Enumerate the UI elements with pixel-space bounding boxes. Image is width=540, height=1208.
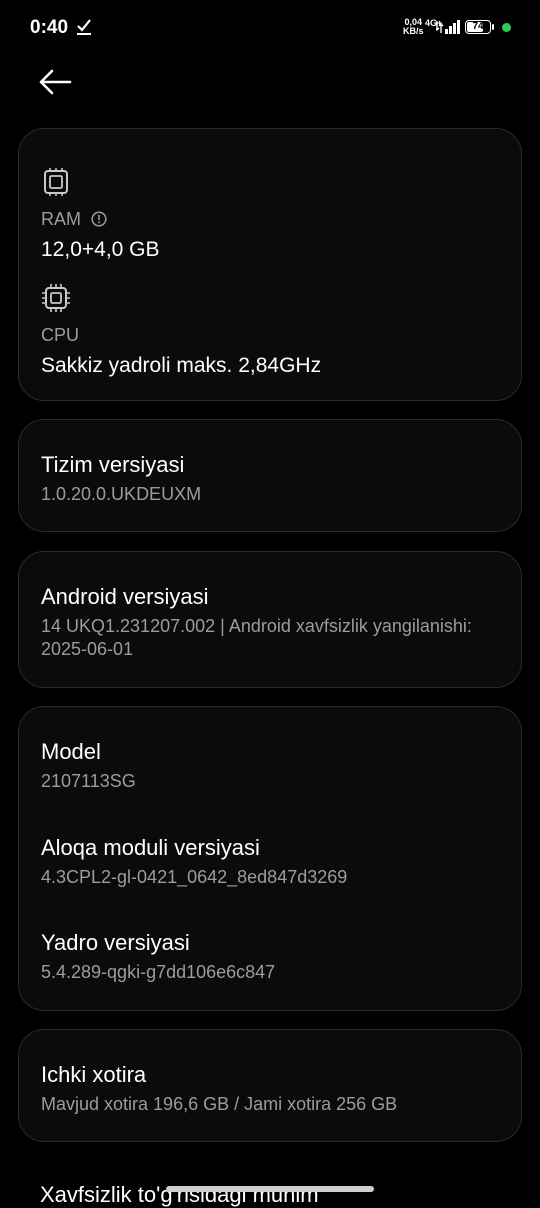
battery-level-text: 74 <box>472 21 484 32</box>
model-value: 2107113SG <box>41 771 136 791</box>
cpu-label: CPU <box>41 325 80 345</box>
info-icon[interactable] <box>91 211 107 232</box>
model-title: Model <box>41 739 101 764</box>
privacy-indicator-dot <box>502 23 511 32</box>
status-time: 0:40 <box>30 17 69 38</box>
device-info-card: Model 2107113SG Aloqa moduli versiyasi 4… <box>18 706 522 1011</box>
android-version-value: 14 UKQ1.231207.002 | Android xavfsizlik … <box>41 616 472 659</box>
baseband-version-value: 4.3CPL2-gl-0421_0642_8ed847d3269 <box>41 867 348 887</box>
back-arrow-icon <box>39 69 72 95</box>
ram-chip-icon <box>41 167 71 202</box>
download-done-icon <box>76 18 92 41</box>
baseband-version-title: Aloqa moduli versiyasi <box>41 835 260 860</box>
system-version-title: Tizim versiyasi <box>41 452 185 477</box>
ram-label-row: RAM <box>41 209 107 232</box>
system-version-card[interactable]: Tizim versiyasi 1.0.20.0.UKDEUXM <box>18 419 522 532</box>
signal-icon <box>434 19 460 40</box>
storage-card[interactable]: Ichki xotira Mavjud xotira 196,6 GB / Ja… <box>18 1029 522 1142</box>
ram-value: 12,0+4,0 GB <box>41 238 160 261</box>
battery-tip <box>492 24 494 30</box>
battery-icon: 74 <box>465 20 491 34</box>
android-version-card[interactable]: Android versiyasi 14 UKQ1.231207.002 | A… <box>18 551 522 688</box>
cpu-chip-icon <box>41 283 71 318</box>
kernel-version-title: Yadro versiyasi <box>41 930 190 955</box>
kernel-version-value: 5.4.289-qgki-g7dd106e6c847 <box>41 962 276 982</box>
status-bar: 0:40 0,04 KB/s 4G+ 74 <box>0 0 540 56</box>
network-speed-unit: KB/s <box>403 26 424 36</box>
system-version-value: 1.0.20.0.UKDEUXM <box>41 484 202 504</box>
back-button[interactable] <box>34 62 78 102</box>
android-version-title: Android versiyasi <box>41 584 209 609</box>
ram-label: RAM <box>41 209 81 229</box>
home-indicator[interactable] <box>166 1186 374 1192</box>
cpu-value: Sakkiz yadroli maks. 2,84GHz <box>41 354 322 377</box>
network-speed: 0,04 KB/s <box>403 18 424 36</box>
storage-value: Mavjud xotira 196,6 GB / Jami xotira 256… <box>41 1094 398 1114</box>
hardware-card: RAM 12,0+4,0 GB CPU Sakkiz yadroli maks.… <box>18 128 522 401</box>
storage-title: Ichki xotira <box>41 1062 147 1087</box>
